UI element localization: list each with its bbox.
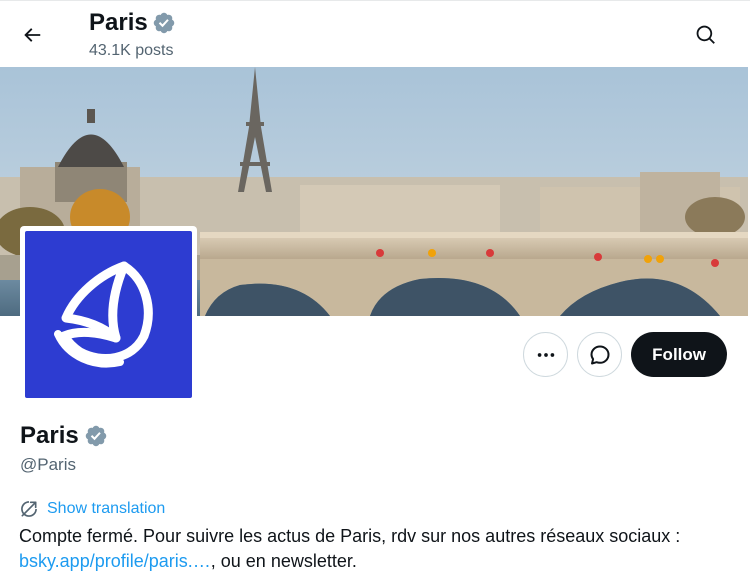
bio-text-end: , ou en newsletter. xyxy=(210,551,357,571)
post-count: 43.1K posts xyxy=(89,42,174,59)
message-bubble-icon xyxy=(590,345,610,364)
profile-bio: Compte fermé. Pour suivre les actus de P… xyxy=(19,524,734,574)
bio-text: Compte fermé. Pour suivre les actus de P… xyxy=(19,526,681,546)
avatar-frame[interactable] xyxy=(20,226,197,403)
translate-icon xyxy=(21,501,37,517)
more-dots-icon xyxy=(537,352,554,357)
avatar xyxy=(25,231,192,398)
arrow-left-icon xyxy=(24,28,41,42)
show-translation-button[interactable]: Show translation xyxy=(19,498,165,520)
page-title: Paris xyxy=(89,9,148,36)
more-button[interactable] xyxy=(523,332,569,377)
profile-handle: @Paris xyxy=(20,455,76,474)
display-name: Paris xyxy=(20,422,79,449)
back-button[interactable] xyxy=(12,15,52,55)
paris-logo-icon xyxy=(53,261,153,367)
bio-link[interactable]: bsky.app/profile/paris.… xyxy=(19,551,211,571)
profile-actions: Follow xyxy=(523,332,727,377)
search-button[interactable] xyxy=(686,15,726,55)
search-icon xyxy=(696,25,715,44)
header-title-block: Paris 43.1K posts xyxy=(89,8,176,62)
follow-button[interactable]: Follow xyxy=(631,332,727,377)
verified-badge-icon xyxy=(153,12,174,34)
top-bar: Paris 43.1K posts xyxy=(0,0,750,67)
profile-name-block: Paris @Paris xyxy=(20,421,108,476)
message-button[interactable] xyxy=(577,332,623,377)
show-translation-label: Show translation xyxy=(47,500,166,517)
verified-badge-icon[interactable] xyxy=(84,424,108,448)
